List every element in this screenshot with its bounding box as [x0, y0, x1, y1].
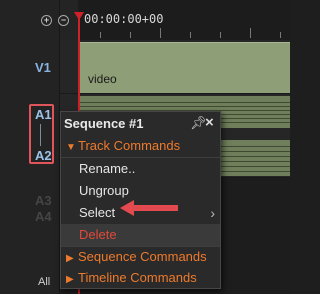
- ruler-tick: [190, 32, 191, 38]
- menu-item-ungroup[interactable]: Ungroup: [61, 180, 220, 202]
- zoom-out-icon[interactable]: −: [58, 15, 69, 26]
- chevron-right-icon: ▶: [66, 274, 74, 285]
- section-track-commands[interactable]: ▼ Track Commands: [66, 138, 216, 158]
- section-sequence-commands[interactable]: ▶ Sequence Commands: [66, 249, 216, 269]
- track-label-a2[interactable]: A2: [35, 148, 52, 163]
- chevron-right-icon: ▶: [66, 253, 74, 264]
- all-tracks-toggle[interactable]: All: [38, 276, 50, 288]
- track-label-a4[interactable]: A4: [35, 209, 52, 224]
- ruler-tick: [250, 28, 251, 38]
- menu-item-rename[interactable]: Rename..: [61, 158, 220, 180]
- ruler-tick: [220, 32, 221, 38]
- playhead-handle-icon[interactable]: [74, 12, 84, 20]
- section-label: Timeline Commands: [78, 270, 197, 285]
- section-label: Sequence Commands: [78, 249, 207, 264]
- ruler-tick: [100, 32, 101, 38]
- ruler-tick: [280, 32, 281, 38]
- chevron-right-icon: ›: [210, 205, 215, 221]
- menu-title: Sequence #1: [64, 116, 144, 131]
- menu-item-label: Select: [79, 205, 116, 220]
- track-label-a1[interactable]: A1: [35, 107, 52, 122]
- ruler-tick: [160, 28, 161, 38]
- section-timeline-commands[interactable]: ▶ Timeline Commands: [66, 270, 216, 290]
- video-clip-label: video: [88, 72, 117, 86]
- zoom-in-icon[interactable]: +: [41, 15, 52, 26]
- track-label-v1[interactable]: V1: [35, 60, 51, 75]
- ruler-tick: [130, 32, 131, 38]
- chevron-down-icon: ▼: [66, 142, 76, 153]
- track-group-link: [40, 124, 41, 146]
- close-icon[interactable]: ×: [205, 114, 214, 131]
- track-label-a3[interactable]: A3: [35, 193, 52, 208]
- timecode-display: 00:00:00+00: [84, 12, 164, 26]
- annotation-arrow-icon: [120, 200, 178, 216]
- menu-item-delete[interactable]: Delete: [61, 224, 220, 246]
- section-label: Track Commands: [78, 138, 181, 153]
